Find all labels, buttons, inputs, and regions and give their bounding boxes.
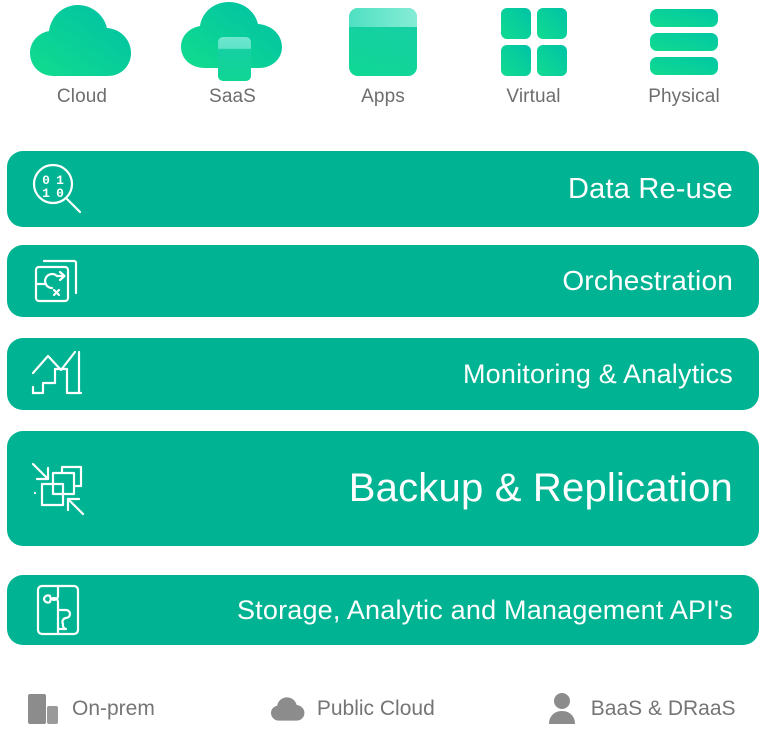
- workload-icon-row: Cloud SaaS Apps Virtual Physical: [0, 0, 766, 130]
- cloud-app-icon: [180, 0, 285, 84]
- capability-bar-monitoring-analytics[interactable]: Monitoring & Analytics: [7, 338, 759, 410]
- puzzle-piece-icon: [27, 579, 89, 641]
- workload-label: Apps: [361, 86, 405, 107]
- workload-item-cloud[interactable]: Cloud: [14, 0, 150, 108]
- legend-item-on-prem[interactable]: On-prem: [26, 690, 155, 728]
- cloud-icon: [30, 0, 134, 84]
- building-icon: [26, 690, 60, 728]
- workflow-arrow-icon: [27, 250, 89, 312]
- person-icon: [545, 690, 579, 728]
- capability-bar-label: Data Re-use: [568, 172, 733, 205]
- legend-label: On-prem: [72, 696, 155, 720]
- svg-text:0: 0: [56, 186, 64, 201]
- app-window-icon: [343, 0, 423, 84]
- workload-item-apps[interactable]: Apps: [315, 0, 451, 108]
- legend-label: BaaS & DRaaS: [590, 696, 736, 720]
- legend-item-public-cloud[interactable]: Public Cloud: [270, 690, 435, 728]
- capability-bar-label: Backup & Replication: [348, 466, 733, 510]
- capability-bar-storage-analytic-management-apis[interactable]: Storage, Analytic and Management API's: [7, 575, 759, 645]
- workload-label: Physical: [648, 86, 720, 107]
- workload-item-virtual[interactable]: Virtual: [466, 0, 602, 108]
- workload-item-saas[interactable]: SaaS: [165, 0, 301, 108]
- server-stack-icon: [644, 0, 724, 84]
- capability-bar-label: Orchestration: [562, 265, 733, 296]
- replication-arrows-icon: [27, 458, 89, 520]
- deployment-legend: On-prem Public Cloud BaaS & DRaaS: [0, 678, 766, 739]
- legend-item-baas-draas[interactable]: BaaS & DRaaS: [545, 690, 736, 728]
- capability-bar-backup-replication[interactable]: Backup & Replication: [7, 431, 759, 546]
- workload-label: Cloud: [56, 86, 108, 107]
- capability-stack: 0 1 1 0 Data Re-use Orchestration Monito…: [7, 151, 759, 645]
- bar-chart-line-icon: [27, 343, 89, 405]
- legend-label: Public Cloud: [316, 696, 435, 720]
- workload-label: SaaS: [209, 86, 256, 107]
- capability-bar-data-re-use[interactable]: 0 1 1 0 Data Re-use: [7, 151, 759, 227]
- capability-bar-label: Storage, Analytic and Management API's: [236, 594, 733, 625]
- capability-bar-orchestration[interactable]: Orchestration: [7, 245, 759, 317]
- cloud-solid-icon: [270, 690, 305, 728]
- workload-label: Virtual: [506, 86, 561, 107]
- binary-magnifier-icon: 0 1 1 0: [27, 158, 89, 220]
- grid-four-squares-icon: [494, 0, 574, 84]
- svg-text:1: 1: [42, 186, 50, 201]
- workload-item-physical[interactable]: Physical: [616, 0, 752, 108]
- capability-bar-label: Monitoring & Analytics: [462, 358, 733, 389]
